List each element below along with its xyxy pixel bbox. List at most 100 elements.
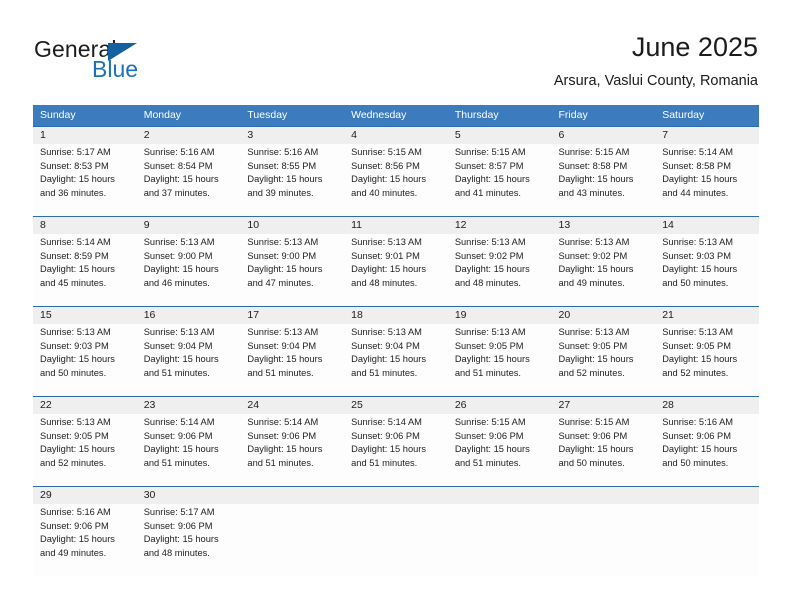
date-number-empty bbox=[240, 487, 344, 504]
brand-logo[interactable]: General Blue bbox=[34, 36, 254, 88]
date-number[interactable]: 23 bbox=[137, 397, 241, 414]
day-cell[interactable]: Sunrise: 5:17 AM Sunset: 8:53 PM Dayligh… bbox=[33, 144, 137, 216]
weekday-header-friday: Friday bbox=[558, 109, 588, 121]
day-cell[interactable]: Sunrise: 5:14 AM Sunset: 9:06 PM Dayligh… bbox=[240, 414, 344, 486]
date-number[interactable]: 17 bbox=[240, 307, 344, 324]
date-number[interactable]: 15 bbox=[33, 307, 137, 324]
sunset-text: Sunset: 9:06 PM bbox=[143, 430, 213, 441]
day-cell[interactable]: Sunrise: 5:14 AM Sunset: 8:59 PM Dayligh… bbox=[33, 234, 137, 306]
date-number[interactable]: 6 bbox=[552, 127, 656, 144]
day-cell[interactable]: Sunrise: 5:15 AM Sunset: 8:58 PM Dayligh… bbox=[552, 144, 656, 216]
day-cell[interactable]: Sunrise: 5:17 AM Sunset: 9:06 PM Dayligh… bbox=[137, 504, 241, 576]
sunset-text: Sunset: 8:58 PM bbox=[662, 160, 731, 171]
day-cell[interactable]: Sunrise: 5:13 AM Sunset: 9:00 PM Dayligh… bbox=[137, 234, 241, 306]
sunrise-text: Sunrise: 5:15 AM bbox=[454, 147, 526, 157]
date-number[interactable]: 1 bbox=[33, 127, 137, 144]
date-number[interactable]: 26 bbox=[448, 397, 552, 414]
date-number[interactable]: 13 bbox=[552, 217, 656, 234]
day-cell[interactable]: Sunrise: 5:13 AM Sunset: 9:05 PM Dayligh… bbox=[448, 324, 552, 396]
date-number[interactable]: 3 bbox=[240, 127, 344, 144]
day-cell[interactable]: Sunrise: 5:16 AM Sunset: 9:06 PM Dayligh… bbox=[33, 504, 137, 576]
date-number[interactable]: 29 bbox=[33, 487, 137, 504]
date-number[interactable]: 27 bbox=[552, 397, 656, 414]
day-cell[interactable]: Sunrise: 5:16 AM Sunset: 9:06 PM Dayligh… bbox=[655, 414, 759, 486]
sunset-text: Sunset: 8:56 PM bbox=[351, 160, 420, 171]
date-number[interactable]: 10 bbox=[240, 217, 344, 234]
day-cell[interactable]: Sunrise: 5:13 AM Sunset: 9:04 PM Dayligh… bbox=[240, 324, 344, 396]
daylight-text-line2: and 45 minutes. bbox=[40, 277, 107, 288]
calendar-week-row: 1 2 3 4 5 6 7 Sunrise: 5:17 AM Sunset: 8… bbox=[33, 126, 759, 216]
day-cell[interactable]: Sunrise: 5:13 AM Sunset: 9:04 PM Dayligh… bbox=[344, 324, 448, 396]
weekday-header-tuesday: Tuesday bbox=[247, 109, 288, 121]
date-number[interactable]: 21 bbox=[655, 307, 759, 324]
day-cell[interactable]: Sunrise: 5:13 AM Sunset: 9:01 PM Dayligh… bbox=[344, 234, 448, 306]
date-number[interactable]: 25 bbox=[344, 397, 448, 414]
day-cell[interactable]: Sunrise: 5:13 AM Sunset: 9:04 PM Dayligh… bbox=[137, 324, 241, 396]
date-number[interactable]: 28 bbox=[655, 397, 759, 414]
week-detail-row: Sunrise: 5:13 AM Sunset: 9:03 PM Dayligh… bbox=[33, 324, 759, 396]
date-number[interactable]: 12 bbox=[448, 217, 552, 234]
date-number[interactable]: 2 bbox=[137, 127, 241, 144]
daylight-text-line2: and 48 minutes. bbox=[143, 547, 210, 558]
sunrise-text: Sunrise: 5:14 AM bbox=[40, 237, 111, 247]
daylight-text-line1: Daylight: 15 hours bbox=[247, 354, 323, 365]
day-cell[interactable]: Sunrise: 5:13 AM Sunset: 9:00 PM Dayligh… bbox=[240, 234, 344, 306]
daylight-text-line1: Daylight: 15 hours bbox=[558, 264, 634, 275]
date-number[interactable]: 18 bbox=[344, 307, 448, 324]
daylight-text-line1: Daylight: 15 hours bbox=[558, 174, 634, 185]
day-cell[interactable]: Sunrise: 5:13 AM Sunset: 9:05 PM Dayligh… bbox=[655, 324, 759, 396]
day-cell[interactable]: Sunrise: 5:14 AM Sunset: 8:58 PM Dayligh… bbox=[655, 144, 759, 216]
daylight-text-line1: Daylight: 15 hours bbox=[662, 264, 738, 275]
week-detail-row: Sunrise: 5:17 AM Sunset: 8:53 PM Dayligh… bbox=[33, 144, 759, 216]
date-number[interactable]: 9 bbox=[137, 217, 241, 234]
date-number[interactable]: 14 bbox=[655, 217, 759, 234]
daylight-text-line1: Daylight: 15 hours bbox=[662, 174, 738, 185]
day-cell[interactable]: Sunrise: 5:15 AM Sunset: 8:56 PM Dayligh… bbox=[344, 144, 448, 216]
daylight-text-line2: and 51 minutes. bbox=[247, 457, 314, 468]
date-number[interactable]: 24 bbox=[240, 397, 344, 414]
day-cell-empty bbox=[655, 504, 759, 576]
daylight-text-line2: and 49 minutes. bbox=[40, 547, 107, 558]
date-number[interactable]: 20 bbox=[552, 307, 656, 324]
date-number[interactable]: 8 bbox=[33, 217, 137, 234]
day-cell[interactable]: Sunrise: 5:13 AM Sunset: 9:05 PM Dayligh… bbox=[33, 414, 137, 486]
sunset-text: Sunset: 9:04 PM bbox=[247, 340, 317, 351]
date-number[interactable]: 4 bbox=[344, 127, 448, 144]
date-number[interactable]: 30 bbox=[137, 487, 241, 504]
day-cell[interactable]: Sunrise: 5:13 AM Sunset: 9:02 PM Dayligh… bbox=[552, 234, 656, 306]
daylight-text-line2: and 52 minutes. bbox=[40, 457, 107, 468]
daylight-text-line2: and 44 minutes. bbox=[662, 187, 729, 198]
day-cell[interactable]: Sunrise: 5:15 AM Sunset: 9:06 PM Dayligh… bbox=[552, 414, 656, 486]
date-number[interactable]: 16 bbox=[137, 307, 241, 324]
day-cell[interactable]: Sunrise: 5:13 AM Sunset: 9:03 PM Dayligh… bbox=[33, 324, 137, 396]
day-cell[interactable]: Sunrise: 5:13 AM Sunset: 9:02 PM Dayligh… bbox=[448, 234, 552, 306]
daylight-text-line1: Daylight: 15 hours bbox=[558, 444, 634, 455]
day-cell[interactable]: Sunrise: 5:16 AM Sunset: 8:54 PM Dayligh… bbox=[137, 144, 241, 216]
day-cell[interactable]: Sunrise: 5:15 AM Sunset: 8:57 PM Dayligh… bbox=[448, 144, 552, 216]
daylight-text-line2: and 46 minutes. bbox=[143, 277, 210, 288]
day-cell[interactable]: Sunrise: 5:14 AM Sunset: 9:06 PM Dayligh… bbox=[137, 414, 241, 486]
daylight-text-line1: Daylight: 15 hours bbox=[143, 534, 219, 545]
day-cell[interactable]: Sunrise: 5:15 AM Sunset: 9:06 PM Dayligh… bbox=[448, 414, 552, 486]
date-number[interactable]: 5 bbox=[448, 127, 552, 144]
daylight-text-line2: and 50 minutes. bbox=[662, 277, 729, 288]
day-cell[interactable]: Sunrise: 5:13 AM Sunset: 9:03 PM Dayligh… bbox=[655, 234, 759, 306]
day-cell[interactable]: Sunrise: 5:14 AM Sunset: 9:06 PM Dayligh… bbox=[344, 414, 448, 486]
day-cell[interactable]: Sunrise: 5:16 AM Sunset: 8:55 PM Dayligh… bbox=[240, 144, 344, 216]
sunrise-text: Sunrise: 5:13 AM bbox=[143, 237, 215, 247]
week-detail-row: Sunrise: 5:14 AM Sunset: 8:59 PM Dayligh… bbox=[33, 234, 759, 306]
sunset-text: Sunset: 9:06 PM bbox=[558, 430, 628, 441]
date-number[interactable]: 11 bbox=[344, 217, 448, 234]
sunrise-text: Sunrise: 5:14 AM bbox=[247, 417, 319, 427]
date-number[interactable]: 22 bbox=[33, 397, 137, 414]
date-number[interactable]: 7 bbox=[655, 127, 759, 144]
sunrise-text: Sunrise: 5:15 AM bbox=[558, 147, 630, 157]
sunrise-text: Sunrise: 5:13 AM bbox=[40, 327, 111, 337]
day-cell[interactable]: Sunrise: 5:13 AM Sunset: 9:05 PM Dayligh… bbox=[552, 324, 656, 396]
date-number[interactable]: 19 bbox=[448, 307, 552, 324]
sunrise-text: Sunrise: 5:13 AM bbox=[558, 237, 630, 247]
week-date-band: 1 2 3 4 5 6 7 bbox=[33, 127, 759, 144]
daylight-text-line1: Daylight: 15 hours bbox=[40, 534, 115, 545]
sunrise-text: Sunrise: 5:16 AM bbox=[143, 147, 215, 157]
sunrise-text: Sunrise: 5:15 AM bbox=[351, 147, 422, 157]
